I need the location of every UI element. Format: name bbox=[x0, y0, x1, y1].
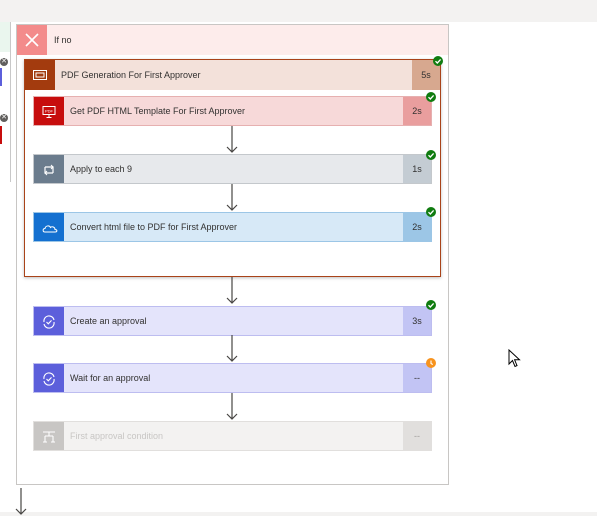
action-card-create-approval[interactable]: Create an approval 3s bbox=[33, 306, 432, 336]
adjacent-branch-header bbox=[0, 22, 10, 52]
approvals-icon bbox=[34, 307, 64, 335]
connector-arrow bbox=[226, 277, 238, 304]
connector-arrow bbox=[226, 393, 238, 420]
success-check-icon bbox=[426, 300, 436, 310]
mouse-cursor-icon bbox=[508, 349, 521, 368]
action-card-wait-for-approval[interactable]: Wait for an approval -- bbox=[33, 363, 432, 393]
action-label: Get PDF HTML Template For First Approver bbox=[70, 106, 246, 116]
delete-icon[interactable]: ✕ bbox=[0, 58, 8, 66]
action-card-get-pdf-template[interactable]: PDF Get PDF HTML Template For First Appr… bbox=[33, 96, 432, 126]
adjacent-branch-panel bbox=[0, 22, 11, 182]
adjacent-card-accent bbox=[0, 126, 2, 144]
branch-label: If no bbox=[54, 35, 72, 45]
action-label: Wait for an approval bbox=[70, 373, 151, 383]
approvals-icon bbox=[34, 364, 64, 392]
connector-arrow bbox=[226, 184, 238, 211]
action-card-apply-to-each[interactable]: Apply to each 9 1s bbox=[33, 154, 432, 184]
scope-icon bbox=[25, 60, 55, 90]
action-card-convert-html-to-pdf[interactable]: Convert html file to PDF for First Appro… bbox=[33, 212, 432, 242]
success-check-icon bbox=[426, 207, 436, 217]
success-check-icon bbox=[426, 92, 436, 102]
top-band bbox=[0, 0, 597, 22]
adjacent-card-accent bbox=[0, 68, 2, 86]
branch-header[interactable]: If no bbox=[17, 25, 448, 55]
action-label: Create an approval bbox=[70, 316, 147, 326]
close-icon bbox=[17, 25, 47, 55]
scope-header[interactable]: PDF Generation For First Approver 5s bbox=[25, 60, 440, 90]
svg-text:PDF: PDF bbox=[45, 109, 54, 114]
action-label: First approval condition bbox=[70, 431, 164, 441]
action-label: Convert html file to PDF for First Appro… bbox=[70, 222, 238, 232]
action-card-first-approval-condition[interactable]: First approval condition -- bbox=[33, 421, 432, 451]
loop-icon bbox=[34, 155, 64, 183]
onedrive-icon bbox=[34, 213, 64, 241]
scope-title: PDF Generation For First Approver bbox=[61, 70, 201, 80]
condition-icon bbox=[34, 422, 64, 450]
duration-label: -- bbox=[403, 364, 431, 392]
pdf-icon: PDF bbox=[34, 97, 64, 125]
duration-label: 2s bbox=[403, 213, 431, 241]
duration-label: 3s bbox=[403, 307, 431, 335]
connector-arrow bbox=[226, 126, 238, 153]
success-check-icon bbox=[426, 150, 436, 160]
success-check-icon bbox=[433, 56, 443, 66]
delete-icon[interactable]: ✕ bbox=[0, 114, 8, 122]
running-status-icon bbox=[426, 358, 436, 368]
connector-arrow bbox=[226, 335, 238, 362]
action-label: Apply to each 9 bbox=[70, 164, 133, 174]
duration-label: -- bbox=[403, 422, 431, 450]
